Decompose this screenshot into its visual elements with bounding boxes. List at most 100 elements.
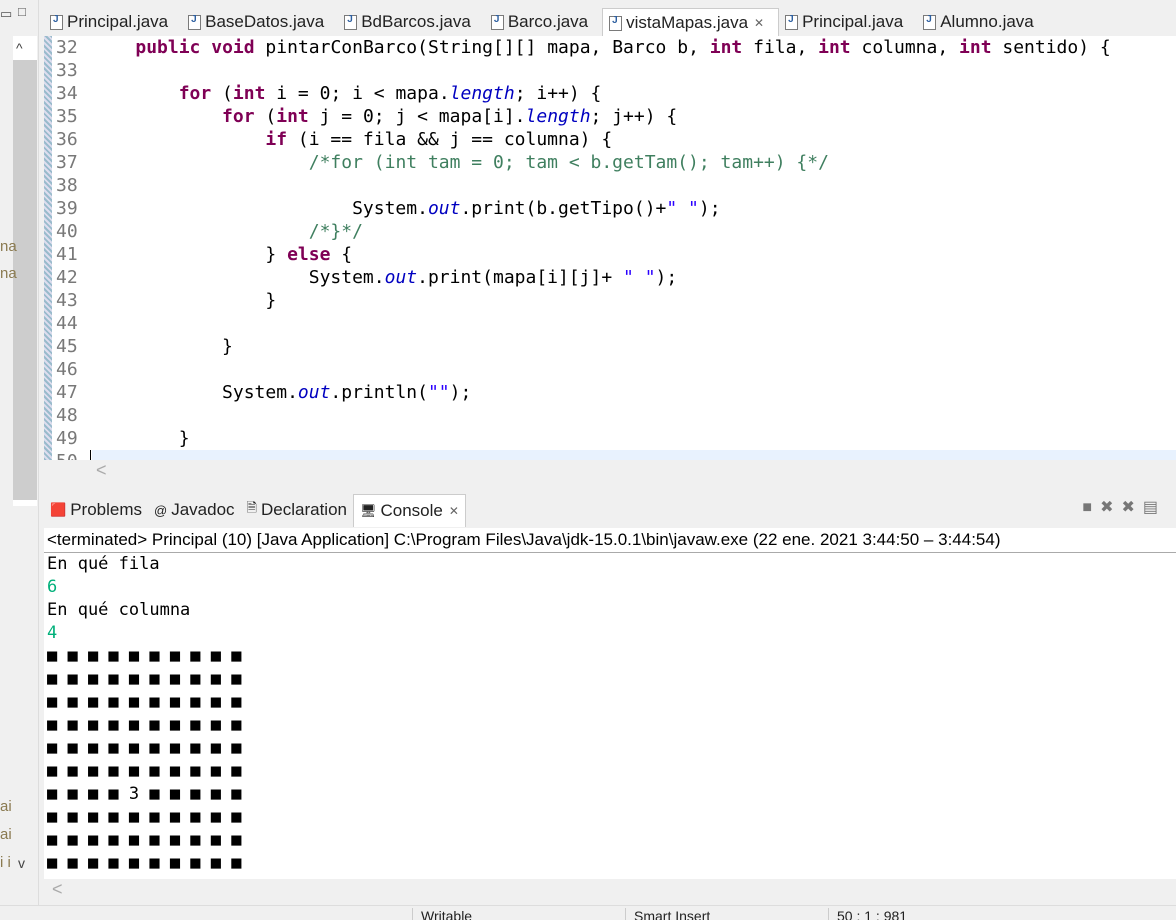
- line-number: 39: [56, 198, 78, 219]
- problems-icon: 🟥: [50, 502, 67, 517]
- line-number: 48: [56, 405, 78, 426]
- tab-alumno-java[interactable]: Alumno.java: [917, 8, 1048, 36]
- console-horizontal-scrollbar[interactable]: <: [44, 879, 1176, 905]
- tab-label: Barco.java: [507, 12, 589, 31]
- console-line: ■ ■ ■ ■ ■ ■ ■ ■ ■ ■: [47, 692, 242, 712]
- line-number: 36: [56, 129, 78, 150]
- code-line: 44: [56, 312, 92, 335]
- code-token: for: [222, 106, 255, 127]
- code-token: " ": [623, 267, 656, 288]
- open-console-icon[interactable]: ▤: [1143, 499, 1166, 516]
- console-line: ■ ■ ■ ■ ■ ■ ■ ■ ■ ■: [47, 738, 242, 758]
- scroll-up-icon[interactable]: ^: [16, 40, 23, 56]
- remove-launch-icon[interactable]: ✖: [1100, 499, 1121, 516]
- tab-barco-java[interactable]: Barco.java: [485, 8, 602, 36]
- maximize-icon[interactable]: □: [18, 4, 26, 19]
- code-token: length: [525, 106, 591, 127]
- line-number: 34: [56, 83, 78, 104]
- console-output[interactable]: En qué fila 6 En qué columna 4 ■ ■ ■ ■ ■ ■ ■…: [44, 553, 1176, 879]
- code-token: int: [709, 37, 743, 58]
- code-token: if: [265, 129, 288, 150]
- code-editor[interactable]: 32 public void pintarConBarco(String[][]…: [44, 36, 1176, 460]
- line-number: 43: [56, 290, 78, 311]
- tab-problems[interactable]: 🟥 Problems: [44, 494, 148, 526]
- code-token: System.: [92, 198, 428, 219]
- console-line: ■ ■ ■ ■ ■ ■ ■ ■ ■ ■: [47, 646, 242, 666]
- code-token: void: [211, 37, 255, 58]
- java-file-icon: [344, 14, 358, 30]
- tab-javadoc[interactable]: @ Javadoc: [148, 494, 241, 526]
- declaration-icon: 🗎: [246, 500, 257, 515]
- code-token: System.: [92, 267, 385, 288]
- tab-label: Javadoc: [171, 500, 235, 519]
- panel-tabs: 🟥 Problems @ Javadoc 🗎 Declaration 🖥 Console ✕: [44, 493, 1176, 527]
- code-line: 41 } else {: [56, 243, 352, 266]
- console-status: <terminated> Principal (10) [Java Applic…: [44, 528, 1176, 553]
- insert-mode-status: Smart Insert: [625, 908, 710, 920]
- console-line: En qué fila: [47, 554, 160, 574]
- line-number: 47: [56, 382, 78, 403]
- java-file-icon: [785, 14, 799, 30]
- tab-console[interactable]: 🖥 Console ✕: [352, 493, 466, 527]
- code-token: (i == fila && j == columna) {: [287, 129, 613, 150]
- code-line: 40 /*}*/: [56, 220, 363, 243]
- code-token: int: [818, 37, 851, 58]
- tab-principal-java[interactable]: Principal.java: [779, 8, 917, 36]
- code-token: ; i++) {: [514, 83, 602, 104]
- code-token: ; j++) {: [590, 106, 678, 127]
- editor-horizontal-scrollbar[interactable]: <: [88, 460, 1176, 488]
- code-line: 32 public void pintarConBarco(String[][]…: [56, 36, 1111, 59]
- code-token: /*}*/: [308, 221, 363, 242]
- code-token: for: [178, 83, 212, 104]
- code-token: else: [287, 244, 331, 265]
- code-line: 43 }: [56, 289, 276, 312]
- minimize-icon[interactable]: ▭: [0, 6, 12, 22]
- code-line: 46: [56, 358, 92, 381]
- scroll-down-icon[interactable]: v: [18, 855, 25, 871]
- line-number: 37: [56, 152, 78, 173]
- current-line-highlight: [92, 450, 1176, 460]
- code-token: out: [297, 382, 331, 403]
- tab-label: Declaration: [260, 500, 347, 519]
- text-cursor: [90, 450, 91, 460]
- cursor-position: 50 : 1 : 981: [828, 908, 907, 920]
- tab-declaration[interactable]: 🗎 Declaration: [241, 494, 353, 526]
- code-token: " ": [666, 198, 699, 219]
- code-token: .print(mapa[i][j]+: [417, 267, 624, 288]
- sidebar-fragment: i i: [0, 854, 11, 871]
- code-token: );: [698, 198, 721, 219]
- code-token: );: [655, 267, 678, 288]
- close-icon[interactable]: ✕: [754, 16, 764, 30]
- editor-tabs: Principal.java BaseDatos.java BdBarcos.jav…: [44, 8, 1176, 37]
- tab-label: Alumno.java: [940, 12, 1034, 31]
- tab-basedatos-java[interactable]: BaseDatos.java: [182, 8, 338, 36]
- line-number: 49: [56, 428, 78, 449]
- console-icon: 🖥: [359, 502, 377, 518]
- tab-vistamapas-java[interactable]: vistaMapas.java ✕: [602, 8, 780, 37]
- line-number: 40: [56, 221, 78, 242]
- code-line: 38: [56, 174, 92, 197]
- change-ruler: [44, 36, 52, 460]
- code-token: int: [959, 37, 992, 58]
- console-input-line: 4: [47, 623, 58, 643]
- tab-principal-java[interactable]: Principal.java: [44, 8, 182, 36]
- code-token: sentido) {: [991, 37, 1111, 58]
- code-token: "": [427, 382, 450, 403]
- line-number: 46: [56, 359, 78, 380]
- javadoc-icon: @: [154, 502, 168, 518]
- tab-bdbarcos-java[interactable]: BdBarcos.java: [338, 8, 485, 36]
- code-line: 36 if (i == fila && j == columna) {: [56, 128, 612, 151]
- remove-all-icon[interactable]: ✖: [1121, 499, 1142, 516]
- java-file-icon: [50, 14, 63, 30]
- code-token: fila,: [742, 37, 819, 58]
- terminate-icon[interactable]: ■: [1082, 499, 1100, 516]
- code-token: pintarConBarco(String[][] mapa, Barco b,: [254, 37, 710, 58]
- console-line: ■ ■ ■ ■ 3 ■ ■ ■ ■ ■: [47, 784, 242, 804]
- close-icon[interactable]: ✕: [449, 504, 459, 518]
- java-file-icon: [609, 15, 623, 31]
- code-line: 39 System.out.print(b.getTipo()+" ");: [56, 197, 721, 220]
- code-line: 37 /*for (int tam = 0; tam < b.getTam();…: [56, 151, 829, 174]
